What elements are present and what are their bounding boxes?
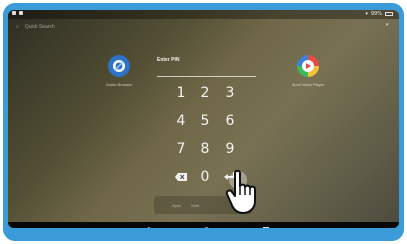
back-button[interactable] <box>141 225 153 228</box>
dock-item-apps[interactable]: Apps <box>172 203 181 208</box>
pin-key-1[interactable]: 1 <box>171 83 191 103</box>
pin-key-3[interactable]: 3 <box>220 83 240 103</box>
pin-key-9[interactable]: 9 <box>220 139 240 159</box>
search-label: Quick Search <box>24 24 55 30</box>
browser-icon <box>108 55 130 77</box>
notification-icon <box>19 11 23 15</box>
app-browser[interactable]: Guide Browser <box>92 55 146 87</box>
home-icon <box>203 226 209 228</box>
backspace-icon[interactable] <box>171 167 191 187</box>
pointing-hand-icon <box>225 169 256 214</box>
back-icon <box>146 226 150 228</box>
signal-icon <box>12 11 16 15</box>
pin-key-5[interactable]: 5 <box>195 111 215 131</box>
pin-key-2[interactable]: 2 <box>195 83 215 103</box>
pin-key-4[interactable]: 4 <box>171 111 191 131</box>
status-bar: ▾ 99% <box>8 10 399 19</box>
battery-icon <box>385 12 393 16</box>
pin-key-7[interactable]: 7 <box>171 139 191 159</box>
pin-key-0[interactable]: 0 <box>195 167 215 187</box>
wifi-icon: ▾ <box>365 11 368 17</box>
navigation-bar <box>8 222 399 228</box>
mic-icon[interactable]: ● <box>385 22 389 28</box>
home-button[interactable] <box>200 225 212 228</box>
pin-input-field[interactable] <box>157 76 256 77</box>
search-icon: ⌕ <box>16 24 19 30</box>
search-bar[interactable]: ⌕ Quick Search <box>16 22 55 32</box>
app-video-player[interactable]: Spoil Video Player <box>281 55 335 87</box>
app-label-browser: Guide Browser <box>105 82 133 87</box>
pin-title: Enter PIN <box>157 57 180 63</box>
battery-percent: 99% <box>370 11 382 17</box>
recents-icon <box>263 227 269 228</box>
tablet-screen: ▾ 99% ⌕ Quick Search ● Guide Browser Spo… <box>8 10 399 228</box>
dock-item-web[interactable]: Web <box>191 203 199 208</box>
pin-key-6[interactable]: 6 <box>220 111 240 131</box>
recents-button[interactable] <box>260 225 272 228</box>
app-label-video-player: Spoil Video Player <box>291 82 325 87</box>
pin-key-8[interactable]: 8 <box>195 139 215 159</box>
video-player-icon <box>297 55 319 77</box>
